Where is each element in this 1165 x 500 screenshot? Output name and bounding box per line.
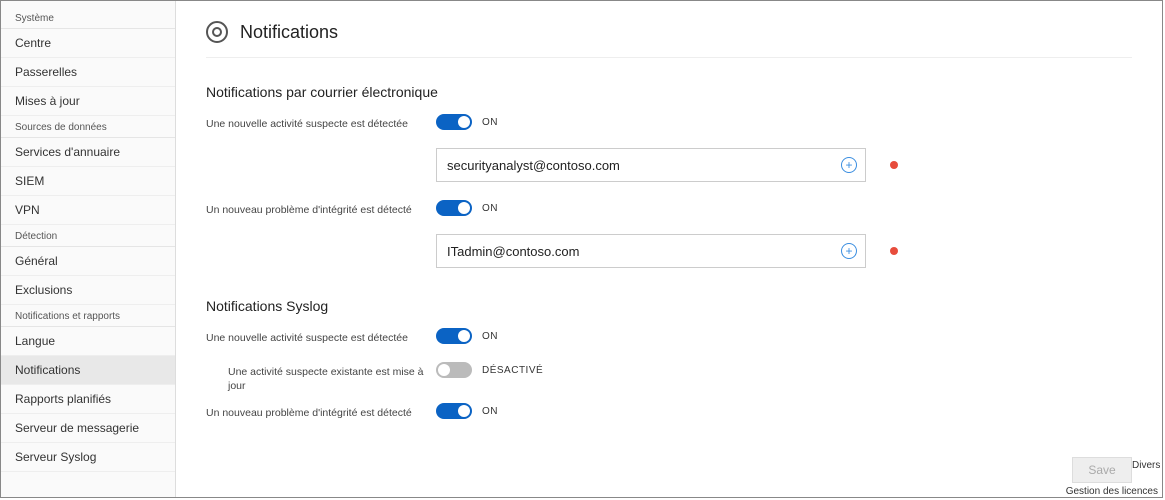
toggle-switch[interactable] — [436, 200, 472, 216]
sidebar-item-services-d-annuaire[interactable]: Services d'annuaire — [1, 138, 175, 167]
syslog-section-title: Notifications Syslog — [206, 298, 1132, 314]
toggle-label: Une nouvelle activité suspecte est détec… — [206, 114, 436, 132]
divers-label: Divers — [1132, 460, 1160, 471]
license-link[interactable]: Gestion des licences — [1066, 486, 1158, 497]
email-input[interactable] — [447, 244, 841, 259]
toggle-state-label: ON — [482, 203, 498, 214]
add-email-icon[interactable]: + — [841, 157, 857, 173]
sidebar-item-notifications[interactable]: Notifications — [1, 356, 175, 385]
toggle-state-label: ON — [482, 406, 498, 417]
notifications-target-icon — [206, 21, 228, 43]
email-input-row: + — [436, 234, 1132, 268]
toggle-state-label: DÉSACTIVÉ — [482, 365, 543, 376]
syslog-notifications-section: Notifications Syslog Une nouvelle activi… — [206, 298, 1132, 427]
page-title: Notifications — [240, 22, 338, 43]
email-section-title: Notifications par courrier électronique — [206, 84, 1132, 100]
toggle-state-label: ON — [482, 117, 498, 128]
save-button[interactable]: Save — [1072, 457, 1132, 483]
app-frame: SystèmeCentrePasserellesMises à jourSour… — [0, 0, 1163, 498]
email-toggle-row: Une nouvelle activité suspecte est détec… — [206, 114, 1132, 138]
toggle-label: Une nouvelle activité suspecte est détec… — [206, 328, 436, 346]
sidebar-item-mises-jour[interactable]: Mises à jour — [1, 87, 175, 116]
sidebar-section-header: Système — [1, 7, 175, 29]
error-indicator-icon — [890, 247, 898, 255]
sidebar-item-g-n-ral[interactable]: Général — [1, 247, 175, 276]
toggle-switch[interactable] — [436, 114, 472, 130]
toggle-switch[interactable] — [436, 362, 472, 378]
toggle-label: Une activité suspecte existante est mise… — [206, 362, 436, 393]
sidebar-item-vpn[interactable]: VPN — [1, 196, 175, 225]
add-email-icon[interactable]: + — [841, 243, 857, 259]
sidebar-item-exclusions[interactable]: Exclusions — [1, 276, 175, 305]
email-notifications-section: Notifications par courrier électronique … — [206, 84, 1132, 268]
email-input-row: + — [436, 148, 1132, 182]
syslog-toggle-row: Une nouvelle activité suspecte est détec… — [206, 328, 1132, 352]
sidebar-section-header: Détection — [1, 225, 175, 247]
sidebar: SystèmeCentrePasserellesMises à jourSour… — [1, 1, 176, 497]
email-input[interactable] — [447, 158, 841, 173]
email-field-wrapper: + — [436, 234, 866, 268]
sidebar-item-serveur-syslog[interactable]: Serveur Syslog — [1, 443, 175, 472]
sidebar-section-header: Sources de données — [1, 116, 175, 138]
toggle-label: Un nouveau problème d'intégrité est déte… — [206, 200, 436, 218]
sidebar-item-rapports-planifi-s[interactable]: Rapports planifiés — [1, 385, 175, 414]
syslog-toggle-row: Un nouveau problème d'intégrité est déte… — [206, 403, 1132, 427]
sidebar-item-siem[interactable]: SIEM — [1, 167, 175, 196]
sidebar-section-header: Notifications et rapports — [1, 305, 175, 327]
sidebar-item-centre[interactable]: Centre — [1, 29, 175, 58]
toggle-label: Un nouveau problème d'intégrité est déte… — [206, 403, 436, 421]
main-content: Notifications Notifications par courrier… — [176, 1, 1162, 497]
toggle-switch[interactable] — [436, 403, 472, 419]
email-field-wrapper: + — [436, 148, 866, 182]
sidebar-item-serveur-de-messagerie[interactable]: Serveur de messagerie — [1, 414, 175, 443]
toggle-switch[interactable] — [436, 328, 472, 344]
error-indicator-icon — [890, 161, 898, 169]
syslog-toggle-row: Une activité suspecte existante est mise… — [206, 362, 1132, 393]
toggle-state-label: ON — [482, 331, 498, 342]
page-header: Notifications — [206, 21, 1132, 58]
sidebar-item-langue[interactable]: Langue — [1, 327, 175, 356]
email-toggle-row: Un nouveau problème d'intégrité est déte… — [206, 200, 1132, 224]
sidebar-item-passerelles[interactable]: Passerelles — [1, 58, 175, 87]
